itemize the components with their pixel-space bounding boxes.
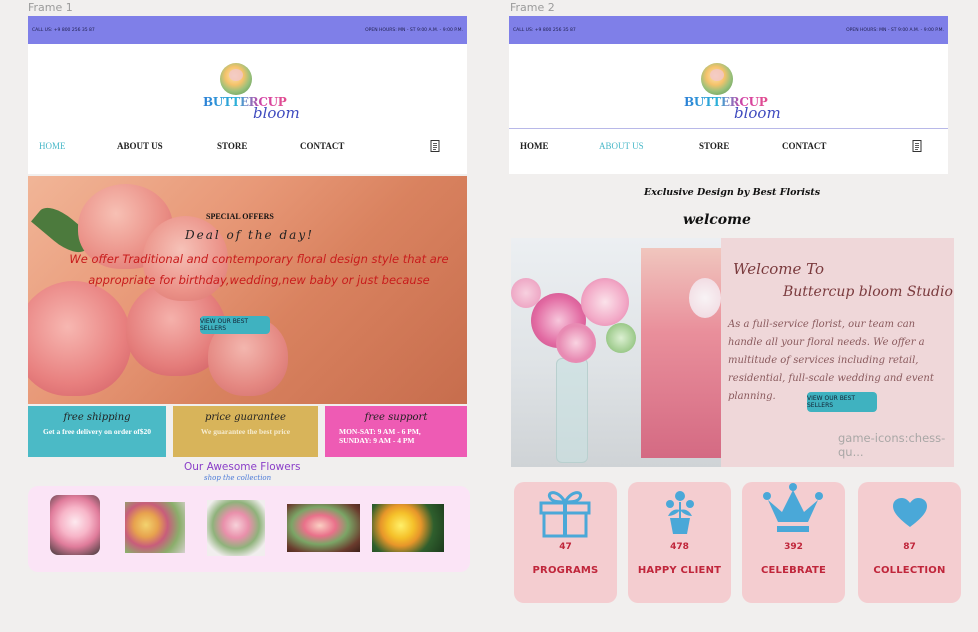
stat-card-programs: 47 PROGRAMS bbox=[514, 482, 617, 603]
frame-2-label: Frame 2 bbox=[510, 1, 555, 14]
collection-link[interactable]: shop the collection bbox=[204, 474, 271, 482]
feature-description: MON-SAT: 9 AM - 6 PM, SUNDAY: 9 AM - 4 P… bbox=[339, 427, 421, 445]
hero-subtitle: Deal of the day! bbox=[185, 228, 314, 242]
florist-photo bbox=[511, 238, 721, 467]
stat-card-happy-client: 478 HAPPY CLIENT bbox=[628, 482, 731, 603]
top-info-bar: CALL US: +9 800 256 35 87 OPEN HOURS: MN… bbox=[28, 16, 467, 44]
feature-title: price guarantee bbox=[205, 412, 286, 423]
nav-store[interactable]: STORE bbox=[217, 141, 247, 151]
feature-free-support: free support MON-SAT: 9 AM - 6 PM, SUNDA… bbox=[325, 406, 467, 457]
call-text: CALL US: +9 800 256 35 87 bbox=[32, 27, 95, 33]
stat-label: HAPPY CLIENT bbox=[637, 565, 722, 576]
flower-thumbnail[interactable] bbox=[207, 500, 265, 556]
heart-icon bbox=[893, 498, 927, 527]
logo-text-bloom[interactable]: bloom bbox=[734, 104, 781, 122]
stat-value: 47 bbox=[559, 542, 572, 552]
feature-free-shipping: free shipping Get a free delivery on ord… bbox=[28, 406, 166, 457]
flower-gallery bbox=[28, 486, 470, 572]
stat-card-collection: 87 COLLECTION bbox=[858, 482, 961, 603]
flower-thumbnail[interactable] bbox=[125, 502, 185, 553]
hero-title: SPECIAL OFFERS bbox=[206, 212, 274, 221]
view-best-sellers-button[interactable]: VIEW OUR BEST SELLERS bbox=[807, 392, 877, 412]
gift-icon bbox=[539, 491, 591, 538]
stat-value: 478 bbox=[670, 542, 689, 552]
studio-heading-line2: Buttercup bloom Studio bbox=[783, 284, 953, 300]
header: BUTTERCUP bloom HOME ABOUT US STORE CONT… bbox=[509, 44, 948, 174]
feature-description: We guarantee the best price bbox=[200, 427, 291, 436]
stat-label: PROGRAMS bbox=[532, 565, 599, 576]
logo-image bbox=[701, 63, 733, 95]
logo-image bbox=[220, 63, 252, 95]
frame-2: CALL US: +9 800 256 35 87 OPEN HOURS: MN… bbox=[509, 16, 971, 616]
crown-icon bbox=[763, 483, 823, 532]
feature-description: Get a free delivery on order of$20 bbox=[42, 427, 152, 436]
feature-title: free support bbox=[364, 412, 428, 423]
flower-thumbnail[interactable] bbox=[287, 504, 360, 552]
stat-value: 392 bbox=[784, 542, 803, 552]
welcome-heading: welcome bbox=[683, 212, 751, 228]
hero-description: We offer Traditional and contemporary fl… bbox=[69, 252, 449, 287]
nav-about[interactable]: ABOUT US bbox=[117, 141, 163, 151]
feature-price-guarantee: price guarantee We guarantee the best pr… bbox=[173, 406, 318, 457]
hours-text: OPEN HOURS: MN - ST 9:00 A.M. - 9:00 P.M… bbox=[846, 27, 944, 33]
studio-heading-line1: Welcome To bbox=[733, 260, 825, 278]
document-icon[interactable] bbox=[912, 140, 923, 152]
hours-text: OPEN HOURS: MN - ST 9:00 A.M. - 9:00 P.M… bbox=[365, 27, 463, 33]
nav-home[interactable]: HOME bbox=[39, 141, 66, 151]
stat-label: COLLECTION bbox=[873, 565, 946, 576]
stat-card-celebrate: 392 CELEBRATE bbox=[742, 482, 845, 603]
view-best-sellers-button[interactable]: VIEW OUR BEST SELLERS bbox=[200, 316, 270, 334]
collection-title: Our Awesome Flowers bbox=[184, 461, 301, 473]
stat-value: 87 bbox=[903, 542, 916, 552]
stat-label: CELEBRATE bbox=[760, 565, 827, 576]
flower-thumbnail[interactable] bbox=[50, 495, 100, 555]
icon-placeholder-label: game-icons:chess-qu... bbox=[838, 431, 946, 459]
document-icon[interactable] bbox=[430, 140, 441, 152]
studio-banner: Welcome To Buttercup bloom Studio As a f… bbox=[511, 238, 954, 467]
frame-1-label: Frame 1 bbox=[28, 1, 73, 14]
flower-thumbnail[interactable] bbox=[372, 504, 444, 552]
hero-banner: SPECIAL OFFERS Deal of the day! We offer… bbox=[28, 176, 467, 404]
nav-about[interactable]: ABOUT US bbox=[599, 141, 644, 151]
top-info-bar: CALL US: +9 800 256 35 87 OPEN HOURS: MN… bbox=[509, 16, 948, 44]
feature-title: free shipping bbox=[63, 412, 131, 423]
nav-store[interactable]: STORE bbox=[699, 141, 729, 151]
nav-home[interactable]: HOME bbox=[520, 141, 549, 151]
nav-divider bbox=[509, 128, 948, 129]
flower-pot-icon bbox=[666, 491, 694, 534]
nav-contact[interactable]: CONTACT bbox=[782, 141, 826, 151]
nav-contact[interactable]: CONTACT bbox=[300, 141, 344, 151]
frame-1: CALL US: +9 800 256 35 87 OPEN HOURS: MN… bbox=[28, 16, 470, 576]
call-text: CALL US: +9 800 256 35 87 bbox=[513, 27, 576, 33]
logo-text-bloom[interactable]: bloom bbox=[253, 104, 300, 122]
header: BUTTERCUP bloom HOME ABOUT US STORE CONT… bbox=[28, 44, 467, 174]
tagline: Exclusive Design by Best Florists bbox=[644, 187, 821, 198]
